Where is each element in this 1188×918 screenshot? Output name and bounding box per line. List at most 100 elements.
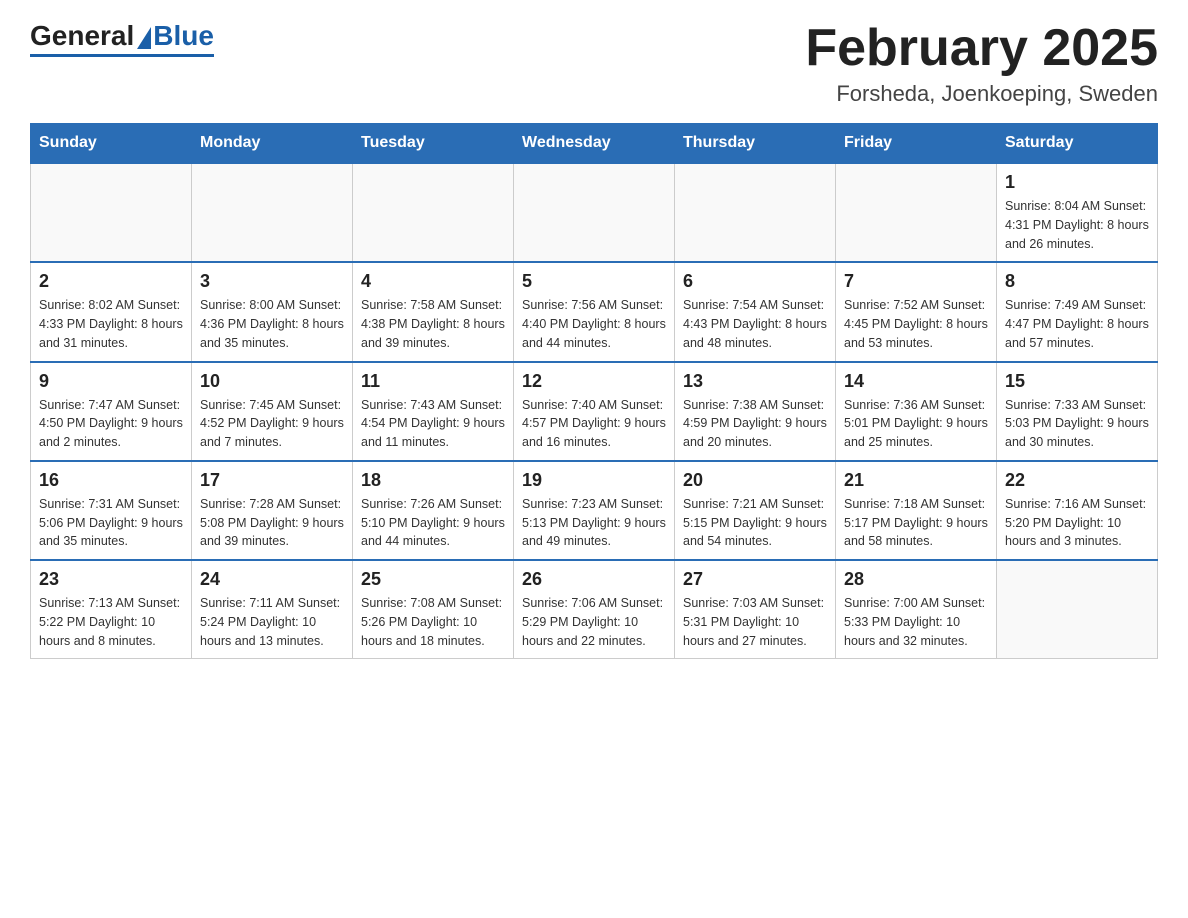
day-info: Sunrise: 8:02 AM Sunset: 4:33 PM Dayligh… bbox=[39, 296, 183, 352]
calendar-day-cell: 27 Sunrise: 7:03 AM Sunset: 5:31 PM Dayli… bbox=[675, 560, 836, 659]
day-number: 10 bbox=[200, 371, 344, 392]
calendar-header-row: SundayMondayTuesdayWednesdayThursdayFrid… bbox=[31, 124, 1158, 164]
calendar-day-cell: 4 Sunrise: 7:58 AM Sunset: 4:38 PM Daylig… bbox=[353, 262, 514, 361]
month-title: February 2025 bbox=[805, 20, 1158, 77]
day-number: 22 bbox=[1005, 470, 1149, 491]
day-number: 21 bbox=[844, 470, 988, 491]
day-info: Sunrise: 7:33 AM Sunset: 5:03 PM Dayligh… bbox=[1005, 396, 1149, 452]
day-info: Sunrise: 7:58 AM Sunset: 4:38 PM Dayligh… bbox=[361, 296, 505, 352]
day-info: Sunrise: 7:40 AM Sunset: 4:57 PM Dayligh… bbox=[522, 396, 666, 452]
day-number: 7 bbox=[844, 271, 988, 292]
day-number: 2 bbox=[39, 271, 183, 292]
calendar-week-row: 23Sunrise: 7:13 AM Sunset: 5:22 PM Dayli… bbox=[31, 560, 1158, 659]
day-number: 19 bbox=[522, 470, 666, 491]
weekday-header-monday: Monday bbox=[192, 124, 353, 164]
calendar-day-cell: 26Sunrise: 7:06 AM Sunset: 5:29 PM Dayli… bbox=[514, 560, 675, 659]
day-info: Sunrise: 7:38 AM Sunset: 4:59 PM Dayligh… bbox=[683, 396, 827, 452]
day-info: Sunrise: 7:43 AM Sunset: 4:54 PM Dayligh… bbox=[361, 396, 505, 452]
calendar-day-cell: 13 Sunrise: 7:38 AM Sunset: 4:59 PM Dayli… bbox=[675, 362, 836, 461]
day-number: 3 bbox=[200, 271, 344, 292]
day-info: Sunrise: 7:52 AM Sunset: 4:45 PM Dayligh… bbox=[844, 296, 988, 352]
calendar-day-cell bbox=[353, 163, 514, 262]
calendar-day-cell: 8 Sunrise: 7:49 AM Sunset: 4:47 PM Daylig… bbox=[997, 262, 1158, 361]
day-info: Sunrise: 8:04 AM Sunset: 4:31 PM Dayligh… bbox=[1005, 197, 1149, 253]
day-number: 25 bbox=[361, 569, 505, 590]
calendar-day-cell bbox=[31, 163, 192, 262]
calendar-day-cell: 11Sunrise: 7:43 AM Sunset: 4:54 PM Dayli… bbox=[353, 362, 514, 461]
weekday-header-wednesday: Wednesday bbox=[514, 124, 675, 164]
calendar-day-cell: 6 Sunrise: 7:54 AM Sunset: 4:43 PM Daylig… bbox=[675, 262, 836, 361]
calendar-day-cell: 20 Sunrise: 7:21 AM Sunset: 5:15 PM Dayli… bbox=[675, 461, 836, 560]
calendar-day-cell: 22 Sunrise: 7:16 AM Sunset: 5:20 PM Dayli… bbox=[997, 461, 1158, 560]
weekday-header-saturday: Saturday bbox=[997, 124, 1158, 164]
day-number: 5 bbox=[522, 271, 666, 292]
day-number: 16 bbox=[39, 470, 183, 491]
day-number: 24 bbox=[200, 569, 344, 590]
calendar-day-cell: 18Sunrise: 7:26 AM Sunset: 5:10 PM Dayli… bbox=[353, 461, 514, 560]
calendar-day-cell: 17 Sunrise: 7:28 AM Sunset: 5:08 PM Dayli… bbox=[192, 461, 353, 560]
day-number: 26 bbox=[522, 569, 666, 590]
calendar-day-cell: 10 Sunrise: 7:45 AM Sunset: 4:52 PM Dayli… bbox=[192, 362, 353, 461]
day-info: Sunrise: 7:28 AM Sunset: 5:08 PM Dayligh… bbox=[200, 495, 344, 551]
logo-blue-text: Blue bbox=[153, 20, 214, 52]
calendar-week-row: 1 Sunrise: 8:04 AM Sunset: 4:31 PM Daylig… bbox=[31, 163, 1158, 262]
day-info: Sunrise: 7:47 AM Sunset: 4:50 PM Dayligh… bbox=[39, 396, 183, 452]
calendar-day-cell: 7 Sunrise: 7:52 AM Sunset: 4:45 PM Daylig… bbox=[836, 262, 997, 361]
day-number: 27 bbox=[683, 569, 827, 590]
day-info: Sunrise: 7:16 AM Sunset: 5:20 PM Dayligh… bbox=[1005, 495, 1149, 551]
day-info: Sunrise: 7:21 AM Sunset: 5:15 PM Dayligh… bbox=[683, 495, 827, 551]
calendar-day-cell bbox=[675, 163, 836, 262]
calendar-day-cell bbox=[514, 163, 675, 262]
day-number: 13 bbox=[683, 371, 827, 392]
day-number: 18 bbox=[361, 470, 505, 491]
day-info: Sunrise: 8:00 AM Sunset: 4:36 PM Dayligh… bbox=[200, 296, 344, 352]
page-header: General Blue February 2025 Forsheda, Joe… bbox=[30, 20, 1158, 107]
calendar-day-cell: 9Sunrise: 7:47 AM Sunset: 4:50 PM Daylig… bbox=[31, 362, 192, 461]
day-number: 17 bbox=[200, 470, 344, 491]
day-info: Sunrise: 7:49 AM Sunset: 4:47 PM Dayligh… bbox=[1005, 296, 1149, 352]
calendar-day-cell: 21 Sunrise: 7:18 AM Sunset: 5:17 PM Dayli… bbox=[836, 461, 997, 560]
weekday-header-thursday: Thursday bbox=[675, 124, 836, 164]
calendar-day-cell bbox=[836, 163, 997, 262]
weekday-header-sunday: Sunday bbox=[31, 124, 192, 164]
logo-general-text: General bbox=[30, 20, 134, 52]
calendar-week-row: 16 Sunrise: 7:31 AM Sunset: 5:06 PM Dayli… bbox=[31, 461, 1158, 560]
calendar-day-cell: 3 Sunrise: 8:00 AM Sunset: 4:36 PM Daylig… bbox=[192, 262, 353, 361]
weekday-header-friday: Friday bbox=[836, 124, 997, 164]
title-block: February 2025 Forsheda, Joenkoeping, Swe… bbox=[805, 20, 1158, 107]
day-info: Sunrise: 7:45 AM Sunset: 4:52 PM Dayligh… bbox=[200, 396, 344, 452]
day-number: 8 bbox=[1005, 271, 1149, 292]
day-info: Sunrise: 7:31 AM Sunset: 5:06 PM Dayligh… bbox=[39, 495, 183, 551]
day-number: 1 bbox=[1005, 172, 1149, 193]
weekday-header-tuesday: Tuesday bbox=[353, 124, 514, 164]
calendar-day-cell: 24 Sunrise: 7:11 AM Sunset: 5:24 PM Dayli… bbox=[192, 560, 353, 659]
day-info: Sunrise: 7:08 AM Sunset: 5:26 PM Dayligh… bbox=[361, 594, 505, 650]
calendar-day-cell: 25 Sunrise: 7:08 AM Sunset: 5:26 PM Dayli… bbox=[353, 560, 514, 659]
calendar-table: SundayMondayTuesdayWednesdayThursdayFrid… bbox=[30, 123, 1158, 659]
day-number: 28 bbox=[844, 569, 988, 590]
calendar-day-cell: 19Sunrise: 7:23 AM Sunset: 5:13 PM Dayli… bbox=[514, 461, 675, 560]
day-number: 15 bbox=[1005, 371, 1149, 392]
day-info: Sunrise: 7:54 AM Sunset: 4:43 PM Dayligh… bbox=[683, 296, 827, 352]
calendar-day-cell: 28 Sunrise: 7:00 AM Sunset: 5:33 PM Dayli… bbox=[836, 560, 997, 659]
day-info: Sunrise: 7:56 AM Sunset: 4:40 PM Dayligh… bbox=[522, 296, 666, 352]
day-info: Sunrise: 7:18 AM Sunset: 5:17 PM Dayligh… bbox=[844, 495, 988, 551]
day-number: 6 bbox=[683, 271, 827, 292]
calendar-day-cell: 12 Sunrise: 7:40 AM Sunset: 4:57 PM Dayli… bbox=[514, 362, 675, 461]
calendar-day-cell: 2 Sunrise: 8:02 AM Sunset: 4:33 PM Daylig… bbox=[31, 262, 192, 361]
calendar-day-cell: 1 Sunrise: 8:04 AM Sunset: 4:31 PM Daylig… bbox=[997, 163, 1158, 262]
day-number: 12 bbox=[522, 371, 666, 392]
calendar-day-cell bbox=[192, 163, 353, 262]
logo: General Blue bbox=[30, 20, 214, 57]
calendar-day-cell: 16 Sunrise: 7:31 AM Sunset: 5:06 PM Dayli… bbox=[31, 461, 192, 560]
day-number: 23 bbox=[39, 569, 183, 590]
day-number: 20 bbox=[683, 470, 827, 491]
calendar-week-row: 9Sunrise: 7:47 AM Sunset: 4:50 PM Daylig… bbox=[31, 362, 1158, 461]
day-info: Sunrise: 7:00 AM Sunset: 5:33 PM Dayligh… bbox=[844, 594, 988, 650]
day-info: Sunrise: 7:03 AM Sunset: 5:31 PM Dayligh… bbox=[683, 594, 827, 650]
location-title: Forsheda, Joenkoeping, Sweden bbox=[805, 81, 1158, 107]
calendar-day-cell: 15 Sunrise: 7:33 AM Sunset: 5:03 PM Dayli… bbox=[997, 362, 1158, 461]
day-info: Sunrise: 7:11 AM Sunset: 5:24 PM Dayligh… bbox=[200, 594, 344, 650]
day-number: 4 bbox=[361, 271, 505, 292]
logo-underline bbox=[30, 54, 214, 57]
